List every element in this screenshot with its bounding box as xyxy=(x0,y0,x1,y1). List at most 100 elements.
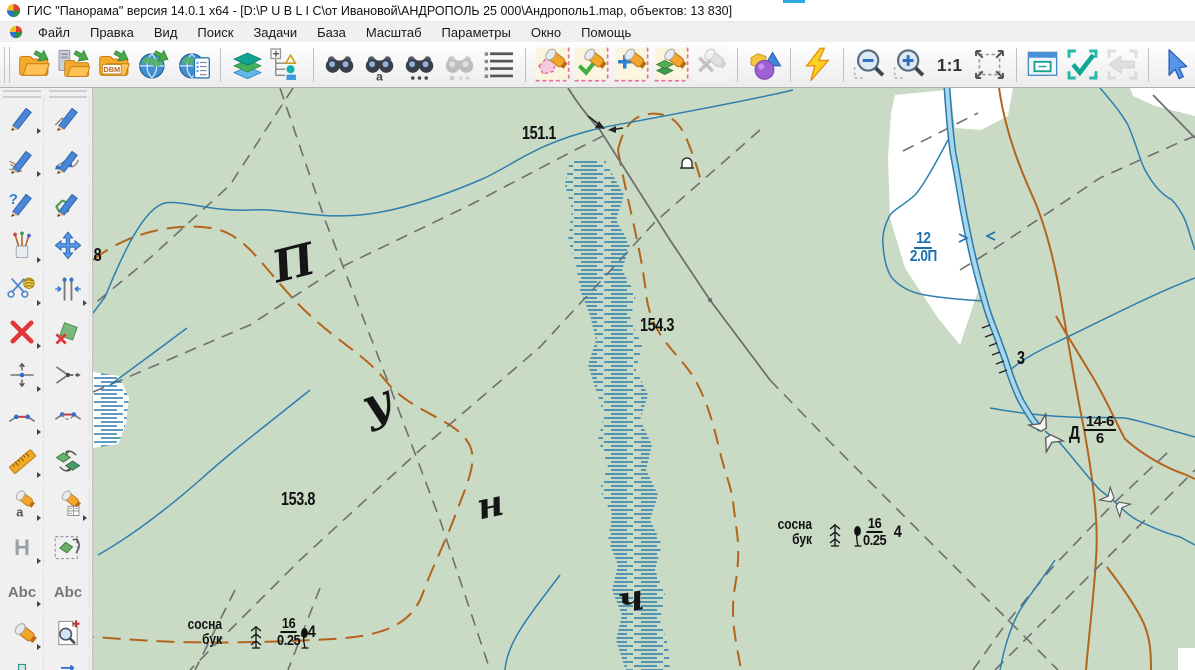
find-text-button[interactable]: a xyxy=(1,483,44,524)
create-hatch-button[interactable] xyxy=(1,139,44,180)
edit-polygon-button[interactable] xyxy=(47,182,90,223)
rotate-polygon-icon xyxy=(53,532,83,562)
flashlight-a-icon: a xyxy=(7,489,37,519)
flashlight-icon xyxy=(7,618,37,648)
flyout-arrow-icon xyxy=(37,171,41,177)
find-object-button[interactable] xyxy=(321,45,359,85)
find-advanced-button[interactable] xyxy=(401,45,439,85)
forest-annotation: сосна бук 16 0.25 4 xyxy=(769,516,903,549)
move-point-button[interactable] xyxy=(1,354,44,395)
zoom-in-button[interactable] xyxy=(891,45,929,85)
select-add-button[interactable] xyxy=(613,45,651,85)
menu-tasks[interactable]: Задачи xyxy=(244,24,306,41)
one-to-one: 1:1 xyxy=(932,47,967,82)
place-text-2-button[interactable]: Abc xyxy=(47,569,90,610)
geoportal-list-button[interactable] xyxy=(175,45,213,85)
h-letter-icon: H xyxy=(7,532,37,562)
find-semantics-button[interactable] xyxy=(47,483,90,524)
copy-objects-button[interactable] xyxy=(47,440,90,481)
menu-window[interactable]: Окно xyxy=(522,24,570,41)
place-text-button[interactable]: Abc xyxy=(1,569,44,610)
fit-arrows-icon xyxy=(972,47,1007,82)
bridge-spec-label: Д 14-6 6 xyxy=(1068,414,1116,447)
layers-icon xyxy=(230,47,265,82)
open-map-button[interactable] xyxy=(16,45,54,85)
find-selected-button[interactable] xyxy=(440,45,478,85)
window-frame-icon xyxy=(1025,47,1060,82)
svg-text:H: H xyxy=(14,535,30,560)
polygons-arrow-icon xyxy=(53,661,83,670)
binoculars-text-icon: a xyxy=(362,47,397,82)
map-layers-button[interactable] xyxy=(228,45,266,85)
embankment-height-label: 3 xyxy=(1017,348,1025,369)
menu-search[interactable]: Поиск xyxy=(188,24,242,41)
3d-view-button[interactable] xyxy=(745,45,783,85)
join-lines-button[interactable] xyxy=(47,268,90,309)
cut-object-button[interactable] xyxy=(1,268,44,309)
toolbar-separator xyxy=(843,48,844,82)
menu-base[interactable]: База xyxy=(308,24,355,41)
find-tool-button[interactable] xyxy=(1,612,44,653)
zoom-out-icon xyxy=(852,47,887,82)
folder-open-icon xyxy=(17,47,52,82)
edit-object-button[interactable] xyxy=(47,96,90,137)
rotate-object-button[interactable] xyxy=(47,526,90,567)
create-unknown-button[interactable]: ? xyxy=(1,182,44,223)
elevation-label: 154.3 xyxy=(640,315,674,336)
point-move-icon xyxy=(7,360,37,390)
select-clear-button[interactable] xyxy=(693,45,731,85)
flyout-arrow-icon xyxy=(37,128,41,134)
pencil-icon xyxy=(7,102,37,132)
map-legend-button[interactable] xyxy=(268,45,306,85)
menu-edit[interactable]: Правка xyxy=(81,24,143,41)
abc-icon: Abc xyxy=(53,575,83,605)
menu-params[interactable]: Параметры xyxy=(433,24,520,41)
menubar: ФайлПравкаВидПоискЗадачиБазаМасштабПарам… xyxy=(0,22,1195,42)
select-by-area-button[interactable] xyxy=(533,45,571,85)
split-line-button[interactable] xyxy=(47,354,90,395)
find-document-button[interactable] xyxy=(47,612,90,653)
topology-tool-button[interactable] xyxy=(1,655,44,670)
create-object-button[interactable] xyxy=(1,96,44,137)
find-by-name-button[interactable]: a xyxy=(361,45,399,85)
menu-help[interactable]: Помощь xyxy=(572,24,640,41)
list-icon xyxy=(482,47,517,82)
select-confirm-button[interactable] xyxy=(573,45,611,85)
select-mode-button[interactable] xyxy=(1156,45,1194,85)
svg-text:1:1: 1:1 xyxy=(937,55,963,75)
painter-tools-button[interactable] xyxy=(1,225,44,266)
flashlight-plus-icon xyxy=(614,47,649,82)
copy-move-button[interactable] xyxy=(47,655,90,670)
ruler-icon xyxy=(7,446,37,476)
undo-view-button[interactable] xyxy=(1103,45,1141,85)
open-geoportal-button[interactable] xyxy=(135,45,173,85)
delete-object-button[interactable] xyxy=(1,311,44,352)
quick-run-button[interactable] xyxy=(798,45,836,85)
apply-button[interactable] xyxy=(1063,45,1101,85)
brushes-icon xyxy=(7,231,37,261)
object-list-button[interactable] xyxy=(480,45,518,85)
smooth-segment-button[interactable] xyxy=(47,397,90,438)
delete-part-button[interactable] xyxy=(47,311,90,352)
forest-annotation: сосна бук 16 0.25 4 xyxy=(179,616,317,649)
open-database-button[interactable]: DBM xyxy=(96,45,134,85)
edit-spline-button[interactable] xyxy=(47,139,90,180)
select-layers-button[interactable] xyxy=(653,45,691,85)
river-width-depth-label: 12 2.0П xyxy=(909,231,938,266)
map-window-button[interactable] xyxy=(1023,45,1061,85)
menu-scale[interactable]: Масштаб xyxy=(357,24,431,41)
open-from-server-button[interactable] xyxy=(56,45,94,85)
height-text-button[interactable]: H xyxy=(1,526,44,567)
menu-file[interactable]: Файл xyxy=(29,24,79,41)
align-lines-icon xyxy=(53,274,83,304)
toolbar-grip[interactable] xyxy=(4,47,10,83)
map-view[interactable]: 151.1 154.3 153.8 .8 П у н ч 12 2.0П 3 Д… xyxy=(93,88,1195,670)
zoom-out-button[interactable] xyxy=(851,45,889,85)
zoom-actual-button[interactable]: 1:1 xyxy=(931,45,969,85)
edit-segment-button[interactable] xyxy=(1,397,44,438)
move-object-button[interactable] xyxy=(47,225,90,266)
menu-view[interactable]: Вид xyxy=(145,24,187,41)
measure-ruler-button[interactable] xyxy=(1,440,44,481)
dbm-folder-icon: DBM xyxy=(97,47,132,82)
zoom-fit-button[interactable] xyxy=(971,45,1009,85)
